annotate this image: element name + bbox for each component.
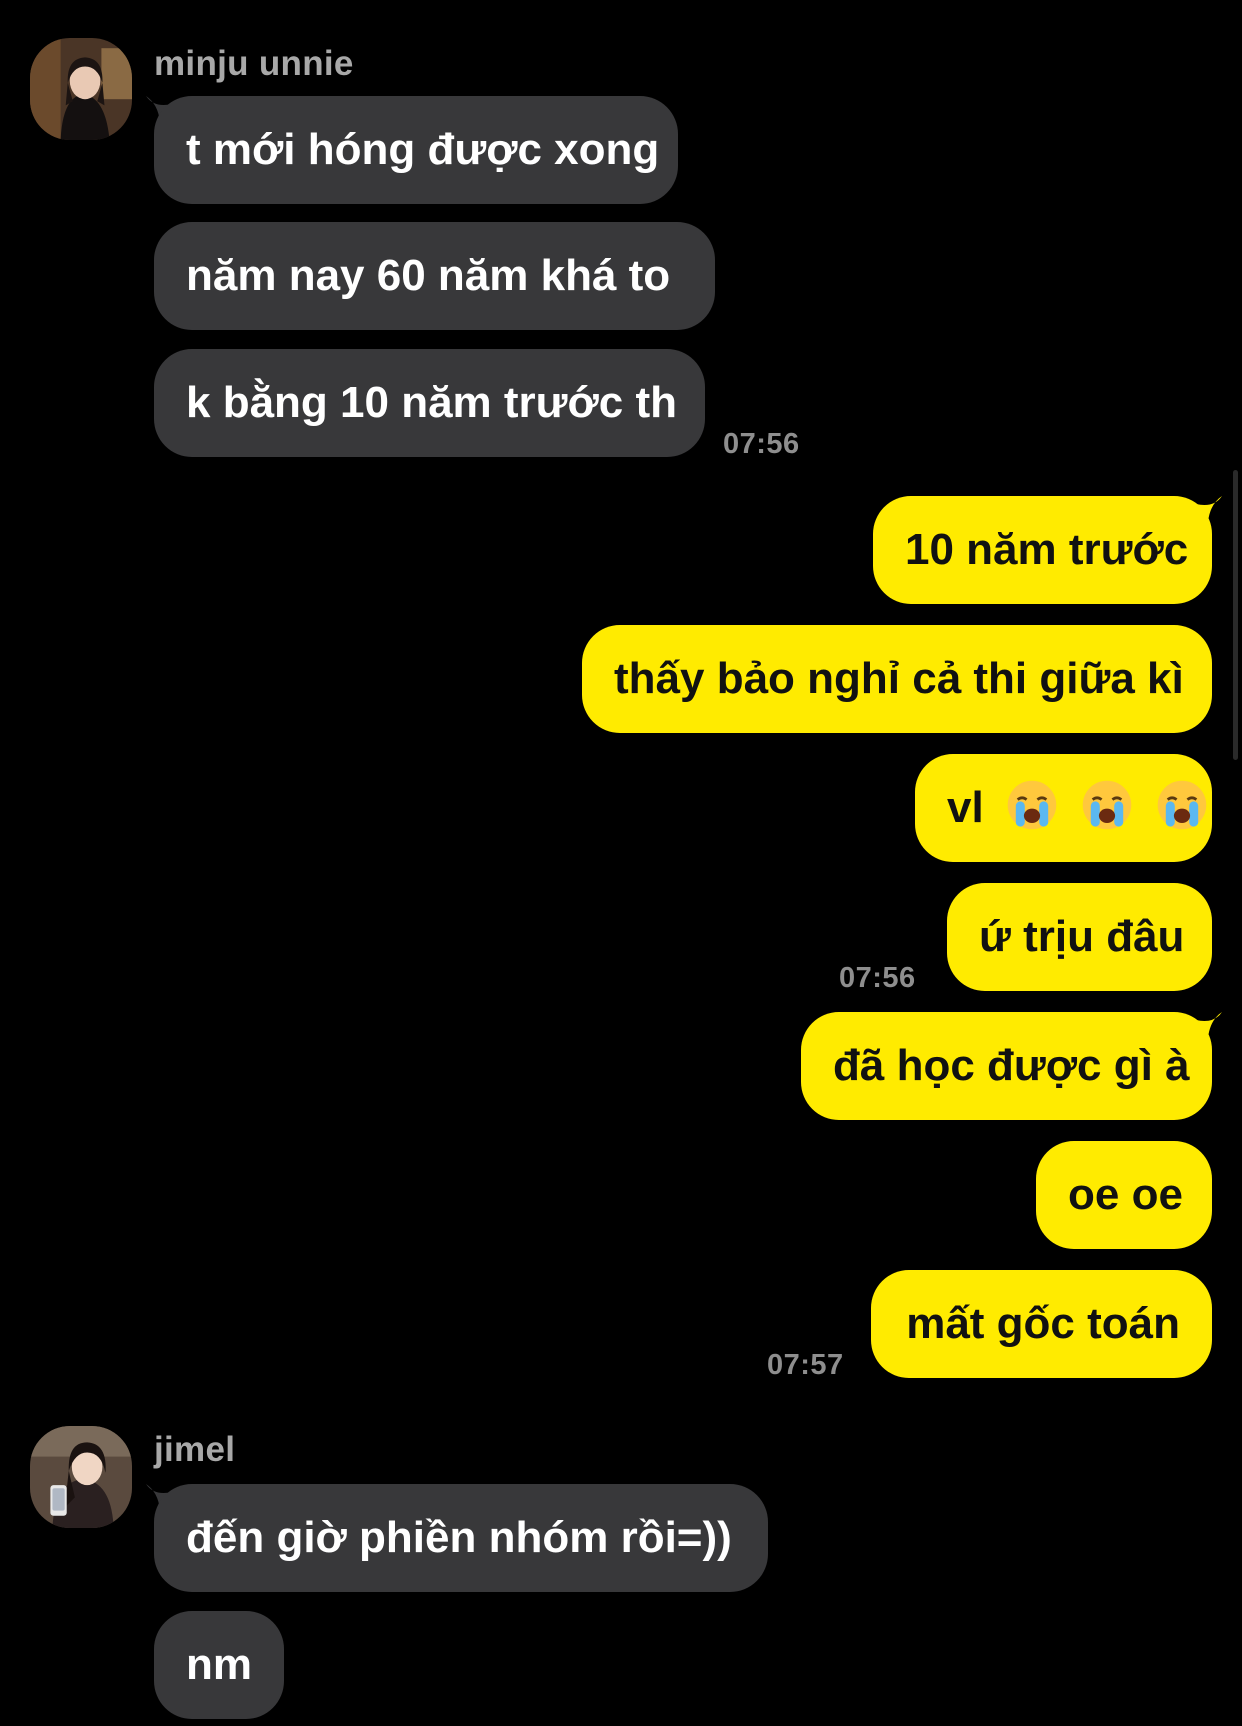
message-text: 10 năm trước [905,525,1189,574]
message-text: oe oe [1068,1170,1183,1219]
message-text: mất gốc toán [906,1299,1180,1348]
message-bubble-incoming[interactable]: nm [154,1611,284,1719]
message-timestamp: 07:56 [723,428,800,460]
message-bubble-outgoing[interactable]: ứ trịu đâu [947,883,1212,991]
message-text: ứ trịu đâu [979,912,1185,961]
message-text: nm [186,1640,252,1689]
loudly-crying-face-icon [1155,778,1209,832]
message-bubble-outgoing[interactable]: mất gốc toán [871,1270,1212,1378]
sender-name: minju unnie [154,44,354,83]
message-bubble-incoming[interactable]: năm nay 60 năm khá to [154,222,715,330]
message-timestamp: 07:57 [767,1349,844,1381]
profile-photo-icon [30,38,132,140]
message-bubble-outgoing[interactable]: 10 năm trước [873,496,1212,604]
scrollbar[interactable] [1233,470,1238,760]
message-bubble-incoming[interactable]: đến giờ phiền nhóm rồi=)) [154,1484,768,1592]
message-text: k bằng 10 năm trước th [186,378,678,427]
message-bubble-outgoing[interactable]: thấy bảo nghỉ cả thi giữa kì [582,625,1212,733]
sender-name: jimel [154,1430,236,1469]
loudly-crying-face-icon [1080,778,1134,832]
message-timestamp: 07:56 [839,962,916,994]
message-bubble-outgoing[interactable]: đã học được gì à [801,1012,1212,1120]
message-text: năm nay 60 năm khá to [186,251,671,300]
message-bubble-outgoing[interactable]: vl [915,754,1212,862]
message-bubble-outgoing[interactable]: oe oe [1036,1141,1212,1249]
profile-photo-icon [30,1426,132,1528]
avatar-jimel[interactable] [30,1426,132,1528]
message-text: đã học được gì à [833,1041,1190,1090]
chat-window: minju unnie t mới hóng được xong năm nay… [0,0,1242,1726]
message-bubble-incoming[interactable]: k bằng 10 năm trước th [154,349,705,457]
message-text: t mới hóng được xong [186,125,660,174]
message-text: vl [947,783,984,832]
message-bubble-incoming[interactable]: t mới hóng được xong [154,96,678,204]
loudly-crying-face-icon [1005,778,1059,832]
avatar-minju-unnie[interactable] [30,38,132,140]
message-text: đến giờ phiền nhóm rồi=)) [186,1513,732,1562]
message-text: thấy bảo nghỉ cả thi giữa kì [614,654,1184,703]
